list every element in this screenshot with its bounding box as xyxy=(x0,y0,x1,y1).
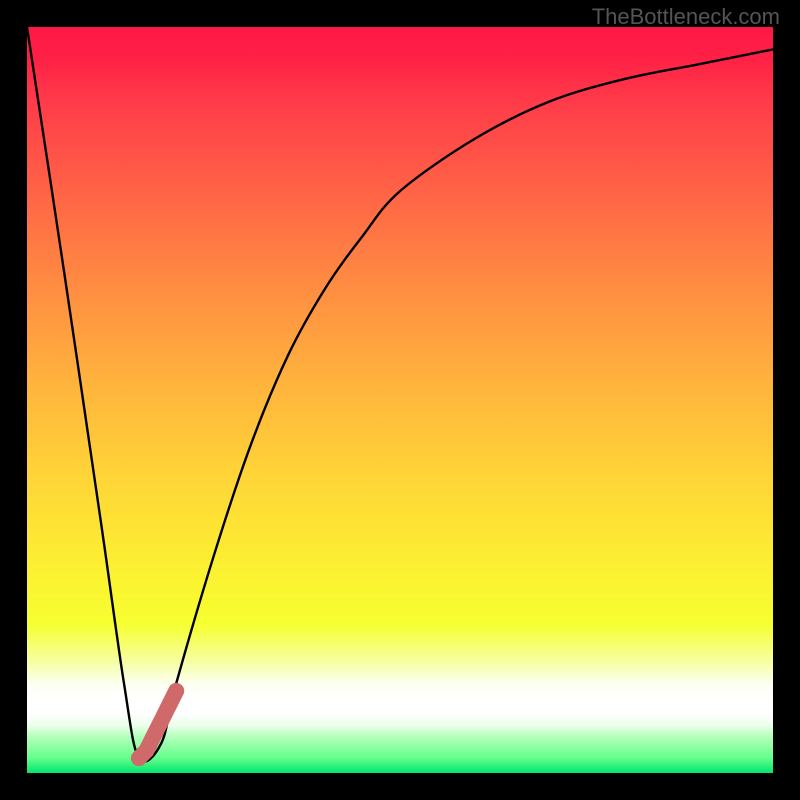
chart-svg xyxy=(27,27,773,773)
chart-plot-area xyxy=(27,27,773,773)
watermark-text: TheBottleneck.com xyxy=(592,4,780,30)
bottleneck-curve-line xyxy=(27,27,773,762)
